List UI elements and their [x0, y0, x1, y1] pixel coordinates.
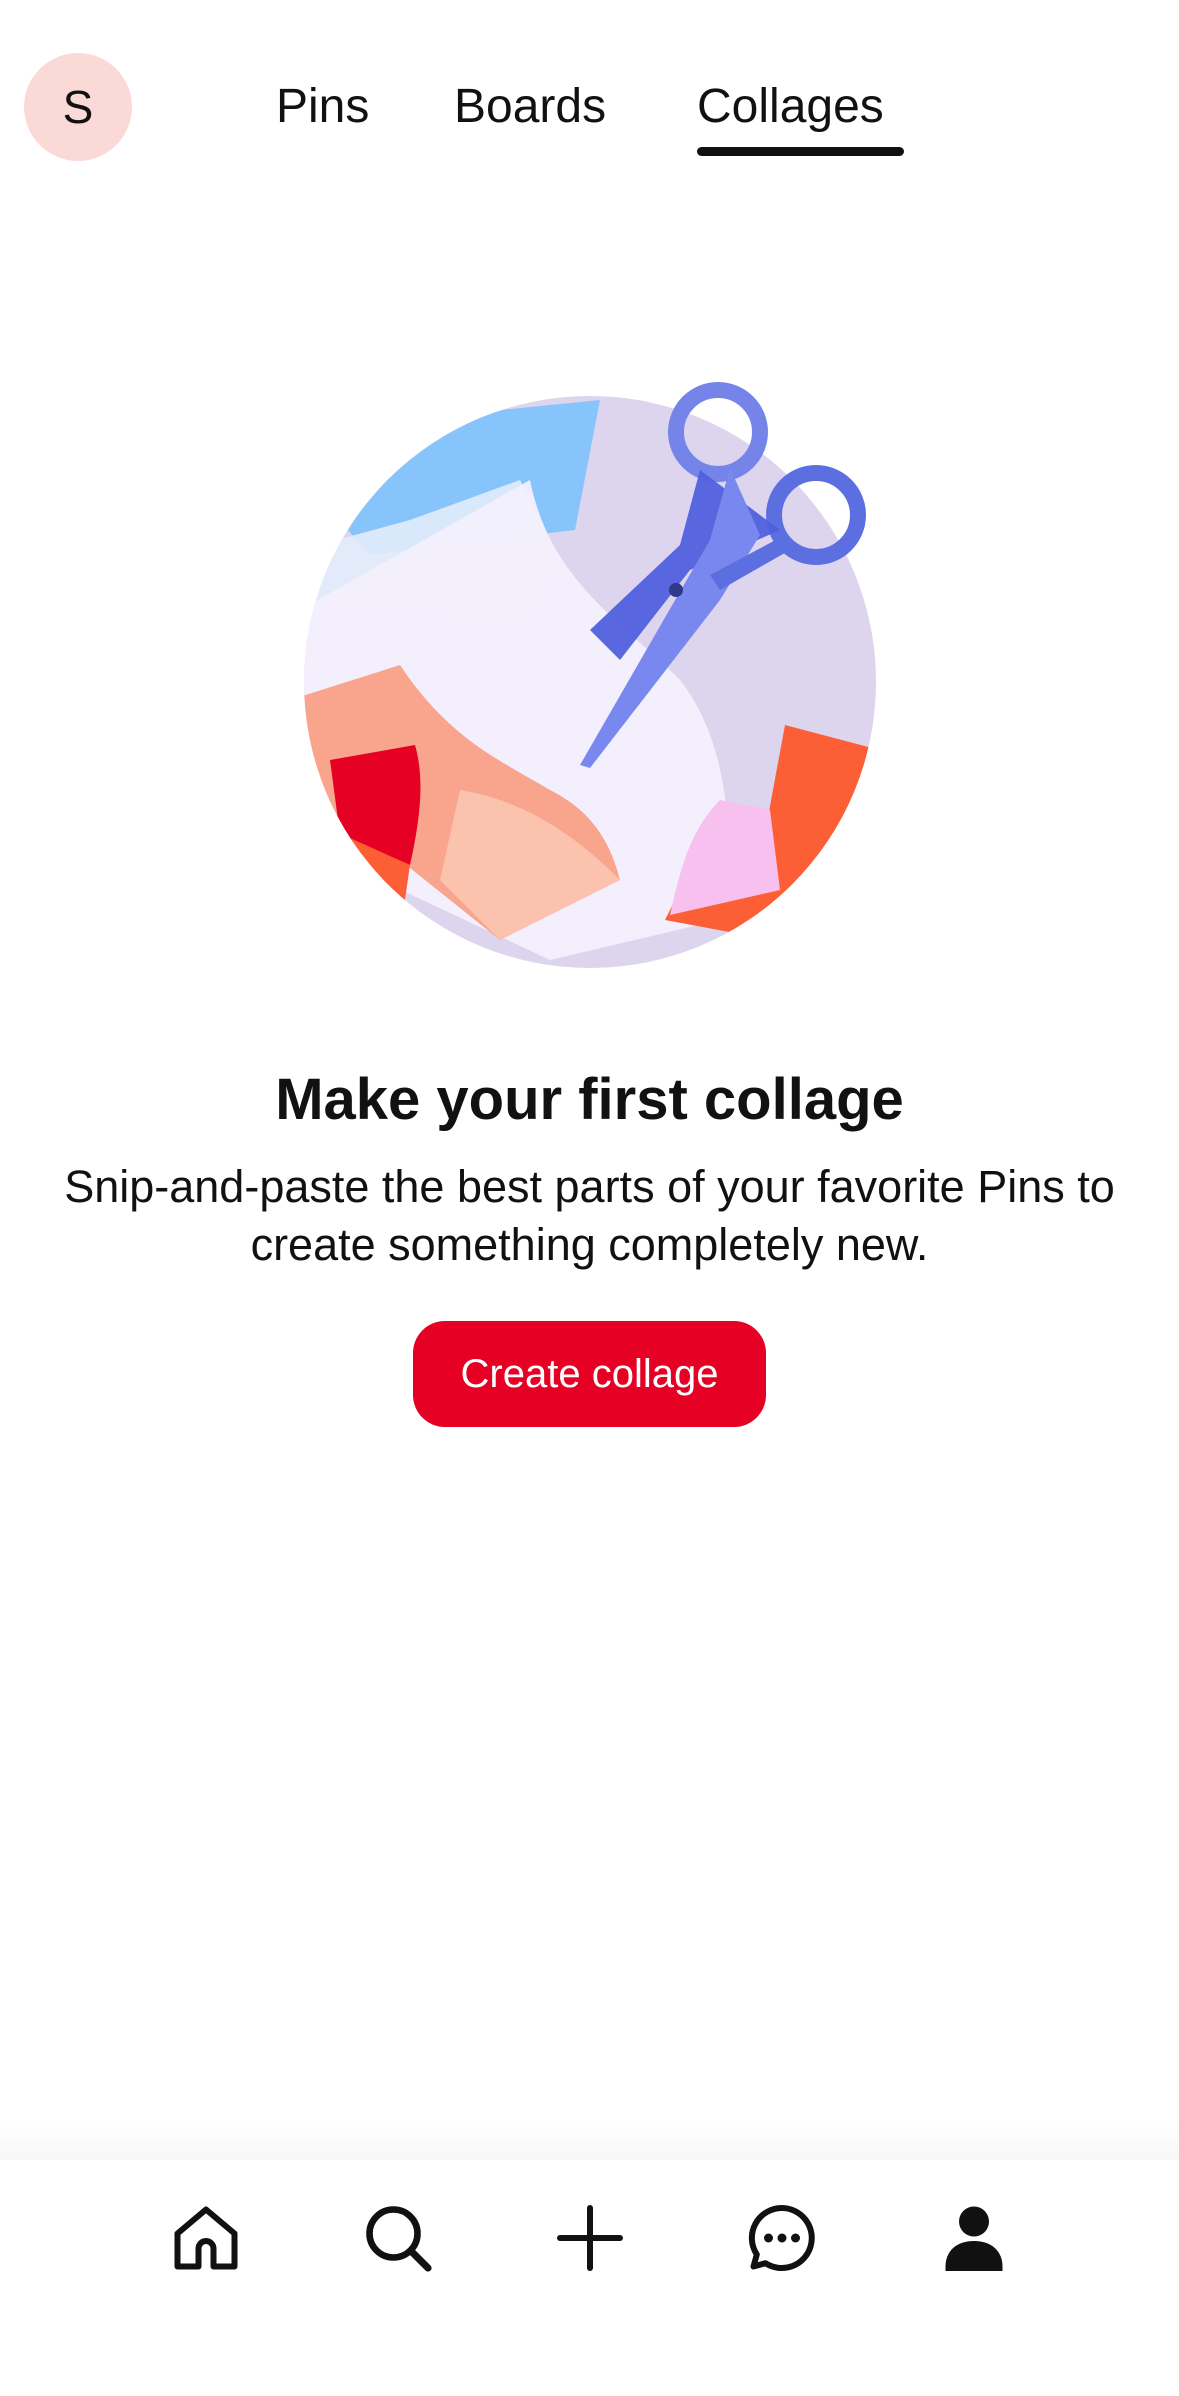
tab-boards[interactable]: Boards: [454, 70, 606, 144]
person-icon: [945, 2206, 1003, 2271]
bottom-nav: [0, 2160, 1179, 2396]
active-tab-indicator: [697, 147, 904, 156]
create-collage-button[interactable]: Create collage: [413, 1321, 766, 1427]
empty-state-description: Snip-and-paste the best parts of your fa…: [64, 1161, 1115, 1270]
tab-pins[interactable]: Pins: [276, 70, 369, 144]
empty-state-title: Make your first collage: [275, 1067, 904, 1132]
collages-page: S Pins Boards Collages Make your first c…: [0, 0, 1179, 2396]
nav-create[interactable]: [542, 2190, 638, 2286]
tab-collages[interactable]: Collages: [697, 70, 884, 144]
home-icon: [174, 2206, 238, 2270]
search-icon: [366, 2206, 432, 2272]
nav-home[interactable]: [158, 2190, 254, 2286]
profile-header: S Pins Boards Collages: [0, 0, 1179, 170]
plus-icon: [557, 2205, 623, 2271]
nav-profile[interactable]: [926, 2190, 1022, 2286]
bottom-nav-shadow: [0, 2120, 1179, 2160]
nav-messages[interactable]: [734, 2190, 830, 2286]
scissors-collage-illustration: [304, 382, 876, 968]
chat-icon: [748, 2204, 815, 2271]
nav-search[interactable]: [350, 2190, 446, 2286]
tab-bar: Pins Boards Collages: [0, 70, 1179, 160]
